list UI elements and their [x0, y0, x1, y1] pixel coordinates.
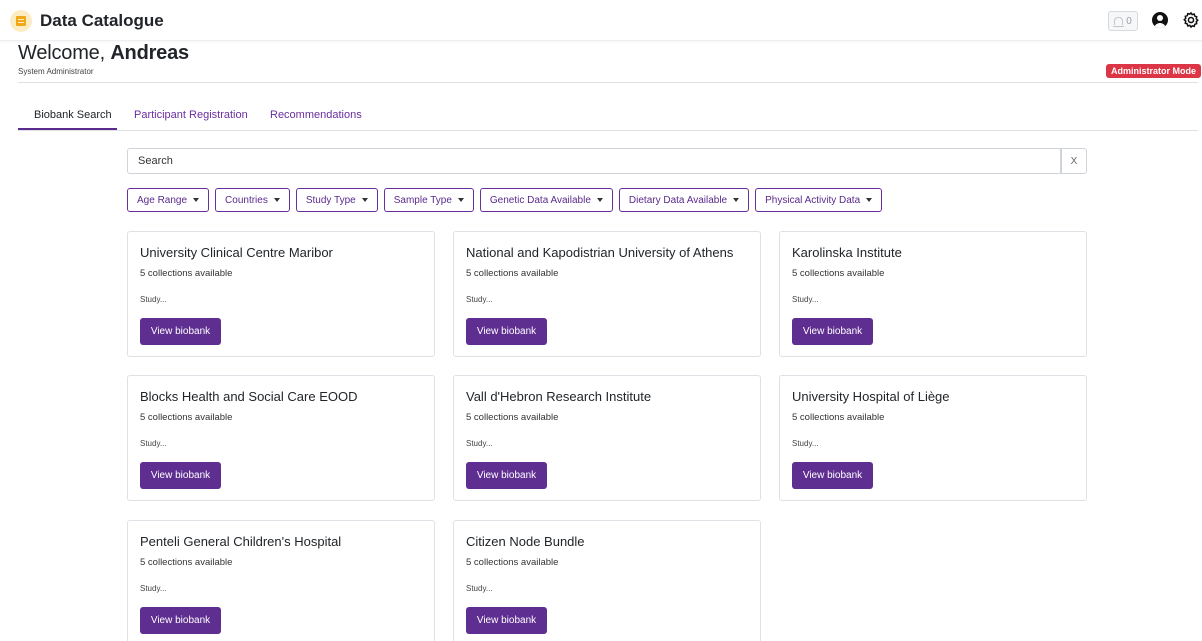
- biobank-description: Study...: [466, 584, 493, 593]
- biobank-name: University Clinical Centre Maribor: [140, 245, 333, 260]
- biobank-name: Citizen Node Bundle: [466, 534, 585, 549]
- biobank-name: National and Kapodistrian University of …: [466, 245, 734, 260]
- view-biobank-button[interactable]: View biobank: [140, 607, 221, 634]
- gear-icon[interactable]: [1182, 11, 1200, 29]
- filter-physical-activity[interactable]: Physical Activity Data: [755, 188, 883, 212]
- view-biobank-button[interactable]: View biobank: [792, 462, 873, 489]
- collections-count: 5 collections available: [792, 412, 885, 423]
- filter-bar: Age Range Countries Study Type Sample Ty…: [127, 188, 883, 212]
- caret-down-icon: [273, 198, 280, 202]
- active-tab-indicator: [18, 128, 117, 130]
- view-biobank-button[interactable]: View biobank: [140, 462, 221, 489]
- biobank-card: National and Kapodistrian University of …: [453, 231, 761, 357]
- caret-down-icon: [457, 198, 464, 202]
- caret-down-icon: [733, 198, 740, 202]
- filter-sample-type[interactable]: Sample Type: [383, 188, 474, 212]
- biobank-name: Blocks Health and Social Care EOOD: [140, 389, 358, 404]
- biobank-description: Study...: [466, 439, 493, 448]
- collections-count: 5 collections available: [466, 557, 559, 568]
- clear-search-button[interactable]: X: [1061, 148, 1087, 174]
- caret-down-icon: [361, 198, 368, 202]
- biobank-description: Study...: [792, 295, 819, 304]
- view-biobank-button[interactable]: View biobank: [140, 318, 221, 345]
- view-biobank-button[interactable]: View biobank: [466, 462, 547, 489]
- biobank-card: Karolinska Institute 5 collections avail…: [779, 231, 1087, 357]
- biobank-name: University Hospital of Liège: [792, 389, 950, 404]
- biobank-name: Karolinska Institute: [792, 245, 902, 260]
- filter-label: Study Type: [305, 194, 356, 206]
- tab-recommendations[interactable]: Recommendations: [270, 109, 362, 121]
- collections-count: 5 collections available: [140, 412, 233, 423]
- filter-study-type[interactable]: Study Type: [295, 188, 378, 212]
- filter-label: Dietary Data Available: [628, 194, 728, 206]
- filter-dietary-data[interactable]: Dietary Data Available: [618, 188, 750, 212]
- welcome-greeting: Welcome,: [18, 42, 105, 64]
- biobank-card: Vall d'Hebron Research Institute 5 colle…: [453, 375, 761, 501]
- catalogue-logo-icon[interactable]: [10, 10, 32, 32]
- filter-label: Sample Type: [393, 194, 452, 206]
- view-biobank-button[interactable]: View biobank: [466, 318, 547, 345]
- collections-count: 5 collections available: [466, 268, 559, 279]
- notification-count: 0: [1126, 15, 1132, 27]
- collections-count: 5 collections available: [140, 557, 233, 568]
- biobank-description: Study...: [140, 295, 167, 304]
- biobank-card: Blocks Health and Social Care EOOD 5 col…: [127, 375, 435, 501]
- tab-bar: Biobank Search Participant Registration …: [18, 100, 1198, 131]
- collections-count: 5 collections available: [466, 412, 559, 423]
- caret-down-icon: [193, 198, 200, 202]
- collections-count: 5 collections available: [792, 268, 885, 279]
- biobank-description: Study...: [792, 439, 819, 448]
- top-navbar: Data Catalogue 0: [0, 0, 1202, 41]
- collections-count: 5 collections available: [140, 268, 233, 279]
- tab-participant-registration[interactable]: Participant Registration: [134, 109, 248, 121]
- app-title[interactable]: Data Catalogue: [40, 11, 164, 31]
- filter-countries[interactable]: Countries: [215, 188, 290, 212]
- biobank-name: Vall d'Hebron Research Institute: [466, 389, 652, 404]
- biobank-card: University Hospital of Liège 5 collectio…: [779, 375, 1087, 501]
- filter-age-range[interactable]: Age Range: [127, 188, 210, 212]
- biobank-name: Penteli General Children's Hospital: [140, 534, 342, 549]
- search-input[interactable]: [127, 148, 1061, 174]
- biobank-description: Study...: [140, 584, 167, 593]
- filter-label: Genetic Data Available: [489, 194, 591, 206]
- view-biobank-button[interactable]: View biobank: [792, 318, 873, 345]
- notifications-button[interactable]: 0: [1108, 11, 1138, 31]
- user-name: Andreas: [110, 42, 189, 64]
- filter-genetic-data[interactable]: Genetic Data Available: [479, 188, 613, 212]
- welcome-heading: Welcome, Andreas: [18, 42, 189, 65]
- filter-label: Age Range: [137, 194, 188, 206]
- biobank-description: Study...: [466, 295, 493, 304]
- filter-label: Physical Activity Data: [765, 194, 861, 206]
- bell-icon: [1113, 17, 1125, 27]
- user-role: System Administrator: [18, 67, 94, 76]
- admin-mode-badge: Administrator Mode: [1106, 64, 1202, 78]
- view-biobank-button[interactable]: View biobank: [466, 607, 547, 634]
- header-divider: [18, 82, 1198, 83]
- biobank-card: Penteli General Children's Hospital 5 co…: [127, 520, 435, 641]
- biobank-description: Study...: [140, 439, 167, 448]
- biobank-card: University Clinical Centre Maribor 5 col…: [127, 231, 435, 357]
- user-circle-icon[interactable]: [1152, 12, 1168, 28]
- caret-down-icon: [866, 198, 873, 202]
- biobank-card: Citizen Node Bundle 5 collections availa…: [453, 520, 761, 641]
- caret-down-icon: [596, 198, 603, 202]
- filter-label: Countries: [225, 194, 268, 206]
- tab-biobank-search[interactable]: Biobank Search: [34, 109, 112, 121]
